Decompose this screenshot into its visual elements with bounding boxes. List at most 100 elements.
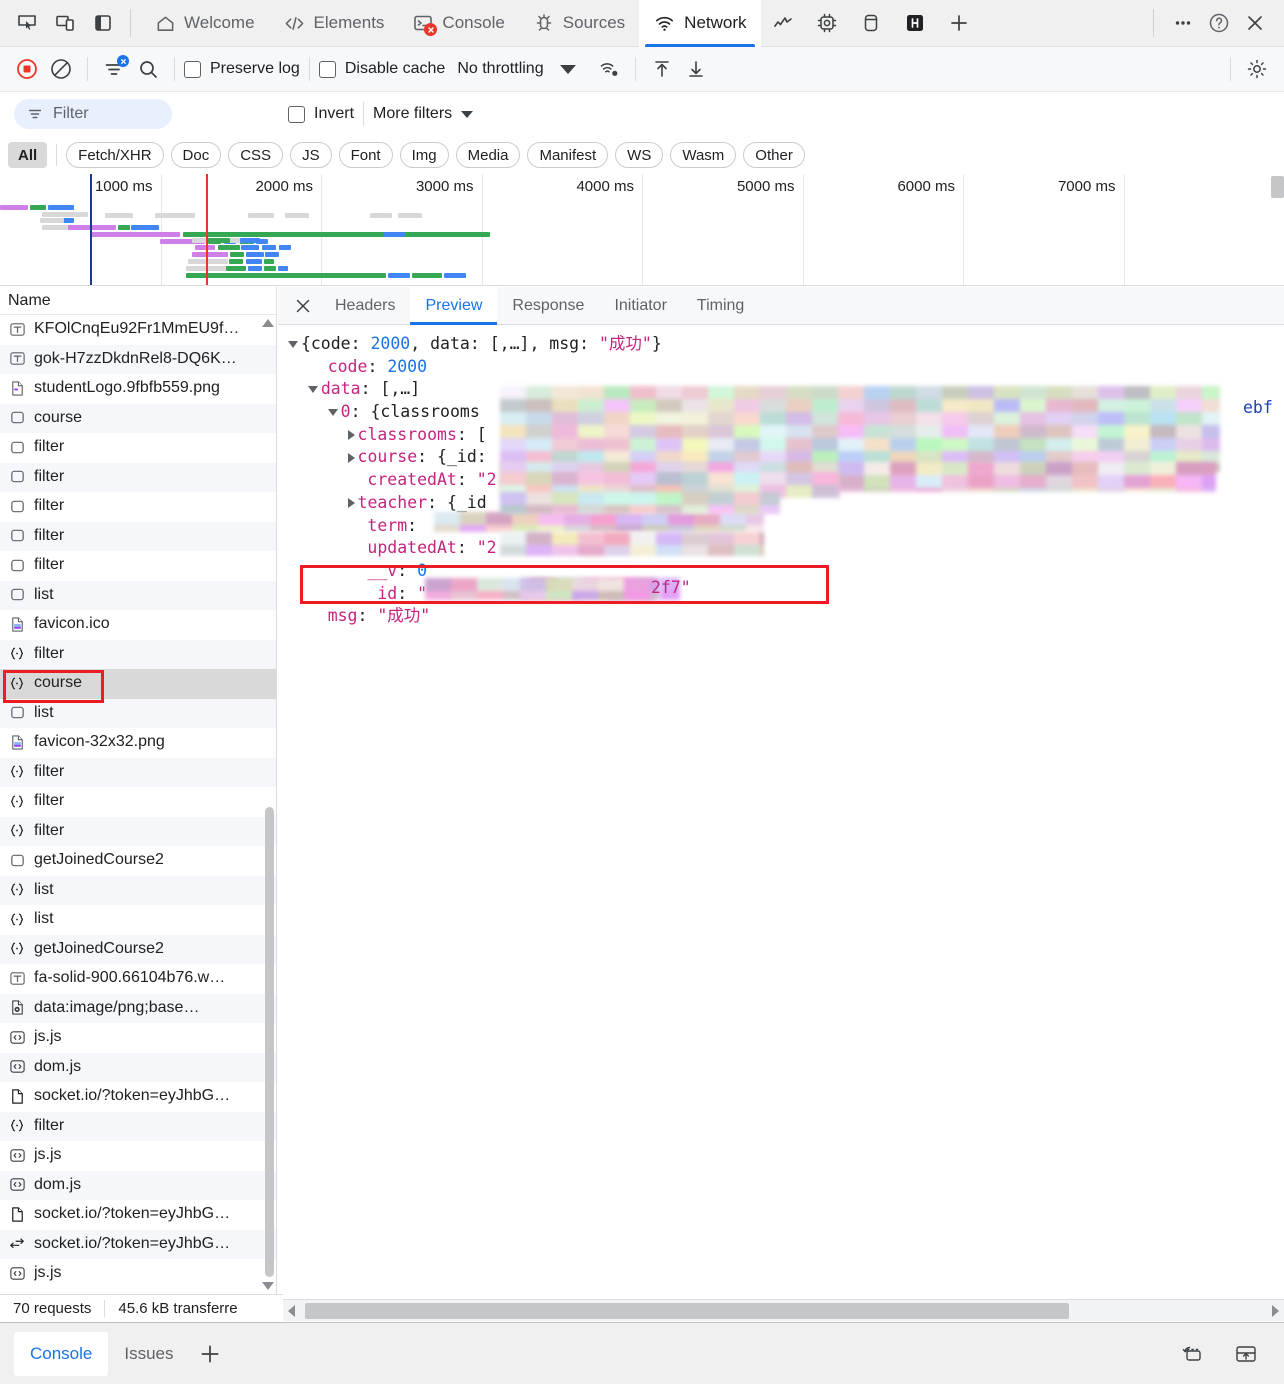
request-row[interactable]: studentLogo.9fbfb559.png — [0, 374, 276, 404]
scroll-left-arrow[interactable] — [288, 1305, 295, 1317]
json-line[interactable]: data: [,…] — [278, 378, 1284, 401]
chip-ws[interactable]: WS — [615, 142, 663, 168]
json-preview-tree[interactable]: {code: 2000, data: [,…], msg: "成功"} code… — [278, 325, 1284, 1294]
detail-horizontal-scrollbar[interactable] — [283, 1299, 1284, 1321]
request-row[interactable]: list — [0, 905, 276, 935]
json-line[interactable]: classrooms: [ — [278, 424, 1284, 447]
chip-manifest[interactable]: Manifest — [527, 142, 608, 168]
overview-scroll-handle[interactable] — [1271, 176, 1284, 198]
chip-other[interactable]: Other — [743, 142, 805, 168]
chip-media[interactable]: Media — [456, 142, 521, 168]
drawer-tab-console[interactable]: Console — [14, 1332, 108, 1376]
request-row[interactable]: filter — [0, 463, 276, 493]
request-row[interactable]: dom.js — [0, 1053, 276, 1083]
request-row[interactable]: filter — [0, 787, 276, 817]
request-row[interactable]: filter — [0, 522, 276, 552]
network-overview-timeline[interactable]: 1000 ms 2000 ms 3000 ms 4000 ms 5000 ms 6000 … — [0, 174, 1284, 286]
dock-side-icon[interactable] — [86, 6, 120, 40]
throttling-select[interactable]: No throttling — [457, 60, 575, 78]
tab-performance[interactable] — [761, 0, 805, 47]
json-line[interactable]: msg: "成功" — [278, 605, 1284, 628]
json-line[interactable]: 0: {classrooms — [278, 401, 1284, 424]
request-row[interactable]: js.js — [0, 1141, 276, 1171]
search-icon[interactable] — [131, 52, 165, 86]
request-row[interactable]: socket.io/?token=eyJhbG… — [0, 1230, 276, 1260]
json-line[interactable]: course: {_id: — [278, 446, 1284, 469]
dock-to-bottom-icon[interactable] — [1226, 1334, 1266, 1374]
list-vertical-scrollbar[interactable] — [265, 807, 274, 1277]
json-line[interactable]: {code: 2000, data: [,…], msg: "成功"} — [278, 333, 1284, 356]
export-har-icon[interactable] — [679, 52, 713, 86]
device-toolbar-icon[interactable] — [48, 6, 82, 40]
import-har-icon[interactable] — [645, 52, 679, 86]
request-row[interactable]: list — [0, 876, 276, 906]
restore-drawer-icon[interactable] — [1172, 1334, 1212, 1374]
inspect-element-icon[interactable] — [10, 6, 44, 40]
preserve-log-box[interactable] — [184, 61, 201, 78]
request-row-selected[interactable]: course — [0, 669, 276, 699]
request-row[interactable]: favicon-32x32.png — [0, 728, 276, 758]
chevron-right-icon[interactable] — [348, 430, 355, 440]
request-row[interactable]: filter — [0, 1112, 276, 1142]
disable-cache-box[interactable] — [319, 61, 336, 78]
request-row[interactable]: filter — [0, 758, 276, 788]
request-row[interactable]: getJoinedCourse2 — [0, 846, 276, 876]
tab-console[interactable]: Console — [398, 0, 518, 47]
search-input[interactable]: Filter — [14, 99, 172, 129]
chip-img[interactable]: Img — [400, 142, 449, 168]
request-row[interactable]: course — [0, 404, 276, 434]
request-row[interactable]: js.js — [0, 1023, 276, 1053]
chevron-down-icon[interactable] — [328, 409, 338, 416]
network-conditions-icon[interactable] — [592, 52, 626, 86]
request-row[interactable]: fa-solid-900.66104b76.w… — [0, 964, 276, 994]
chip-doc[interactable]: Doc — [171, 142, 222, 168]
tab-elements[interactable]: Elements — [269, 0, 399, 47]
preserve-log-checkbox[interactable]: Preserve log — [184, 60, 300, 78]
tab-application[interactable] — [849, 0, 893, 47]
chip-js[interactable]: JS — [290, 142, 332, 168]
json-line[interactable]: code: 2000 — [278, 356, 1284, 379]
chip-font[interactable]: Font — [339, 142, 393, 168]
request-row[interactable]: filter — [0, 492, 276, 522]
tab-initiator[interactable]: Initiator — [599, 287, 681, 325]
tab-headers[interactable]: Headers — [320, 287, 410, 325]
gear-icon[interactable] — [1240, 52, 1274, 86]
chip-fetch-xhr[interactable]: Fetch/XHR — [66, 142, 163, 168]
chip-css[interactable]: CSS — [228, 142, 283, 168]
list-column-header[interactable]: Name — [0, 287, 276, 315]
request-row[interactable]: js.js — [0, 1259, 276, 1289]
tab-network[interactable]: Network — [639, 0, 760, 47]
request-row[interactable]: getJoinedCourse2 — [0, 935, 276, 965]
close-icon[interactable] — [286, 289, 320, 323]
filter-active-icon[interactable] — [97, 52, 131, 86]
tab-sources[interactable]: Sources — [519, 0, 639, 47]
request-row[interactable]: list — [0, 581, 276, 611]
scroll-right-arrow[interactable] — [1272, 1305, 1279, 1317]
json-line[interactable]: __v: 0 — [278, 560, 1284, 583]
json-line[interactable]: updatedAt: "2 — [278, 537, 1284, 560]
disable-cache-checkbox[interactable]: Disable cache — [319, 60, 446, 78]
tab-lighthouse[interactable] — [893, 0, 937, 47]
request-row[interactable]: socket.io/?token=eyJhbG… — [0, 1200, 276, 1230]
chevron-down-icon[interactable] — [288, 341, 298, 348]
list-scroll-down-arrow[interactable] — [262, 1282, 274, 1290]
record-stop-icon[interactable] — [10, 52, 44, 86]
tab-memory[interactable] — [805, 0, 849, 47]
request-row[interactable]: dom.js — [0, 1171, 276, 1201]
drawer-add-tab-button[interactable] — [190, 1334, 230, 1374]
close-icon[interactable] — [1238, 6, 1272, 40]
invert-checkbox[interactable]: Invert — [288, 105, 354, 123]
request-row[interactable]: filter — [0, 640, 276, 670]
chevron-right-icon[interactable] — [348, 453, 355, 463]
json-line[interactable]: term: — [278, 515, 1284, 538]
more-options-icon[interactable] — [1166, 6, 1200, 40]
clear-network-icon[interactable] — [44, 52, 78, 86]
invert-box[interactable] — [288, 106, 305, 123]
request-row[interactable]: gok-H7zzDkdnRel8-DQ6K… — [0, 345, 276, 375]
request-row[interactable]: socket.io/?token=eyJhbG… — [0, 1082, 276, 1112]
request-row[interactable]: KFOlCnqEu92Fr1MmEU9f… — [0, 315, 276, 345]
request-row[interactable]: filter — [0, 551, 276, 581]
request-row[interactable]: list — [0, 699, 276, 729]
chip-wasm[interactable]: Wasm — [670, 142, 736, 168]
request-row[interactable]: data:image/png;base… — [0, 994, 276, 1024]
